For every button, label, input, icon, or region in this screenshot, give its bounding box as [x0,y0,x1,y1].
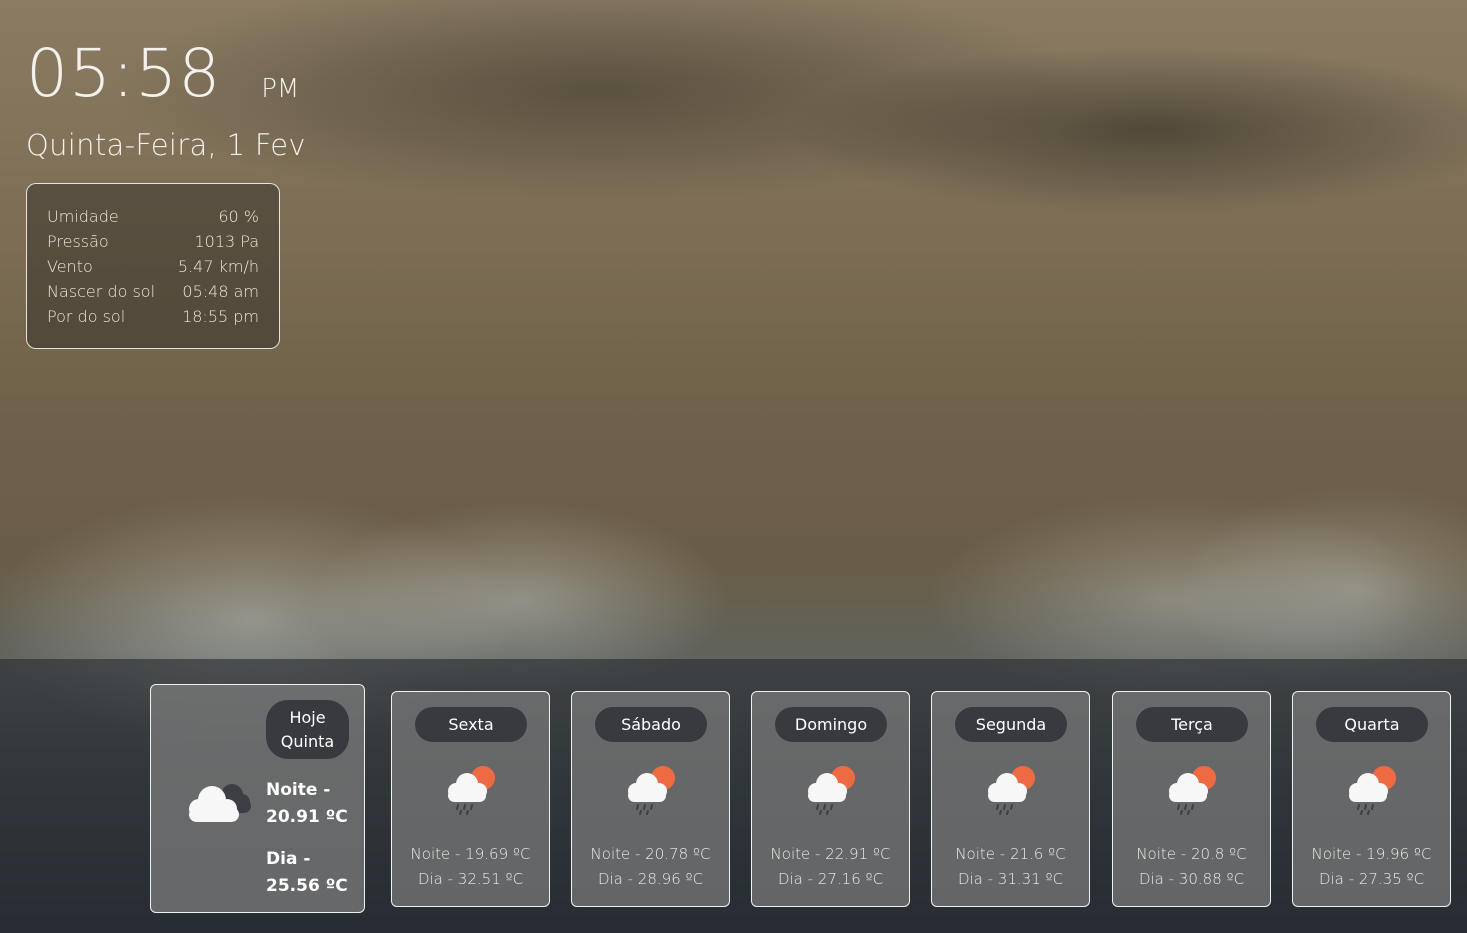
forecast-card: Domingo Noite - 22.91 ºC Dia - 27.16 ºC [751,691,910,907]
forecast-card: Sexta Noite - 19.69 ºC Dia - 32.51 ºC [391,691,550,907]
detail-row-humidity: Umidade 60 % [47,204,259,229]
forecast-temperatures: Noite - 20.78 ºC Dia - 28.96 ºC [572,842,729,892]
rain-sun-icon [983,762,1039,820]
detail-label: Por do sol [47,307,126,326]
detail-value: 60 % [218,207,259,226]
forecast-day-pill: Sexta [415,707,527,742]
today-day-pill: Hoje Quinta [266,700,349,759]
forecast-night-temp: Noite - 22.91 ºC [770,845,891,863]
forecast-day-pill: Domingo [775,707,887,742]
forecast-temperatures: Noite - 20.8 ºC Dia - 30.88 ºC [1113,842,1270,892]
rain-sun-icon [443,762,499,820]
forecast-night-temp: Noite - 19.96 ºC [1311,845,1432,863]
today-label: Hoje [289,707,326,727]
detail-row-sunset: Por do sol 18:55 pm [47,304,259,329]
today-night-label: Noite - [266,780,331,800]
forecast-day-pill: Sábado [595,707,707,742]
forecast-night-temp: Noite - 21.6 ºC [955,845,1066,863]
forecast-temperatures: Noite - 19.96 ºC Dia - 27.35 ºC [1293,842,1450,892]
detail-row-sunrise: Nascer do sol 05:48 am [47,279,259,304]
forecast-day-temp: Dia - 28.96 ºC [597,870,704,888]
clock-time: 05:58 [26,35,222,112]
forecast-day-temp: Dia - 32.51 ºC [417,870,524,888]
forecast-temperatures: Noite - 22.91 ºC Dia - 27.16 ºC [752,842,909,892]
forecast-day-temp: Dia - 27.16 ºC [777,870,884,888]
forecast-card: Quarta Noite - 19.96 ºC Dia - 27.35 ºC [1292,691,1451,907]
detail-label: Umidade [47,207,119,226]
forecast-day-pill: Quarta [1316,707,1428,742]
today-day-label: Dia - [266,849,311,869]
today-weekday: Quinta [280,731,335,751]
detail-label: Vento [47,257,93,276]
forecast-day-temp: Dia - 30.88 ºC [1138,870,1245,888]
forecast-temperatures: Noite - 21.6 ºC Dia - 31.31 ºC [932,842,1089,892]
rain-sun-icon [623,762,679,820]
forecast-card: Terça Noite - 20.8 ºC Dia - 30.88 ºC [1112,691,1271,907]
rain-sun-icon [803,762,859,820]
rain-sun-icon [1164,762,1220,820]
forecast-night-temp: Noite - 20.78 ºC [590,845,711,863]
forecast-day-pill: Segunda [955,707,1067,742]
detail-value: 05:48 am [182,282,259,301]
today-day-temp: 25.56 ºC [266,876,348,896]
forecast-temperatures: Noite - 19.69 ºC Dia - 32.51 ºC [392,842,549,892]
detail-value: 18:55 pm [182,307,259,326]
forecast-day-temp: Dia - 31.31 ºC [957,870,1064,888]
today-night-temp: 20.91 ºC [266,807,348,827]
detail-label: Nascer do sol [47,282,156,301]
forecast-card: Segunda Noite - 21.6 ºC Dia - 31.31 ºC [931,691,1090,907]
weather-details-panel: Umidade 60 % Pressão 1013 Pa Vento 5.47 … [26,183,280,349]
today-forecast-card: Hoje Quinta Noite - 20.91 ºC Dia - 25.56… [150,684,365,913]
forecast-day-pill: Terça [1136,707,1248,742]
forecast-card: Sábado Noite - 20.78 ºC Dia - 28.96 ºC [571,691,730,907]
detail-label: Pressão [47,232,109,251]
detail-value: 1013 Pa [194,232,259,251]
forecast-night-temp: Noite - 20.8 ºC [1136,845,1247,863]
date-label: Quinta-Feira, 1 Fev [26,128,306,162]
cloudy-icon [181,773,253,833]
forecast-day-temp: Dia - 27.35 ºC [1318,870,1425,888]
detail-value: 5.47 km/h [177,257,259,276]
clock-ampm: PM [261,74,300,104]
today-temperatures: Noite - 20.91 ºC Dia - 25.56 ºC [266,777,348,900]
forecast-night-temp: Noite - 19.69 ºC [410,845,531,863]
rain-sun-icon [1344,762,1400,820]
detail-row-wind: Vento 5.47 km/h [47,254,259,279]
clock: 05:58 PM [26,34,299,114]
detail-row-pressure: Pressão 1013 Pa [47,229,259,254]
